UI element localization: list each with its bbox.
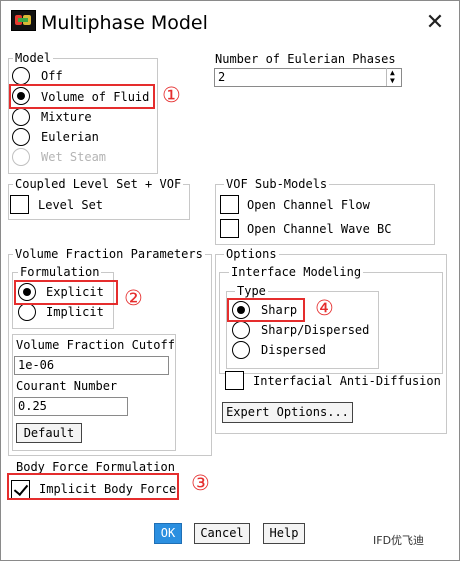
annotation-2: ②: [124, 286, 143, 310]
eulerian-phases-input[interactable]: 2: [214, 68, 402, 87]
model-off-label: Off: [41, 69, 63, 83]
anti-diffusion-label: Interfacial Anti-Diffusion: [253, 374, 441, 388]
vof-submodels-label: VOF Sub-Models: [224, 177, 330, 191]
sharp-dispersed-label: Sharp/Dispersed: [261, 323, 370, 337]
highlight-box-4: [227, 298, 305, 322]
level-set-label: Level Set: [38, 198, 104, 212]
cutoff-label: Volume Fraction Cutoff: [16, 338, 175, 352]
expert-options-button[interactable]: Expert Options...: [222, 402, 353, 423]
app-logo-icon: [11, 10, 36, 31]
interface-modeling-label: Interface Modeling: [229, 265, 364, 279]
model-mixture-radio[interactable]: [12, 108, 30, 126]
phases-spinner[interactable]: ▲ ▼: [386, 68, 401, 86]
vfp-label: Volume Fraction Parameters: [13, 247, 205, 261]
coupled-label: Coupled Level Set + VOF: [13, 177, 184, 191]
formulation-label: Formulation: [18, 265, 102, 279]
multiphase-model-dialog: Multiphase Model ✕ Model Off Volume of F…: [0, 0, 460, 561]
wave-bc-checkbox[interactable]: [220, 219, 239, 238]
courant-label: Courant Number: [16, 379, 118, 393]
courant-input[interactable]: 0.25: [14, 397, 128, 416]
implicit-label: Implicit: [46, 305, 104, 319]
type-label: Type: [235, 284, 268, 298]
open-channel-checkbox[interactable]: [220, 195, 239, 214]
annotation-4: ④: [315, 296, 334, 320]
anti-diffusion-checkbox[interactable]: [225, 371, 244, 390]
model-eulerian-radio[interactable]: [12, 128, 30, 146]
annotation-3: ③: [191, 471, 210, 495]
highlight-box-1: [9, 84, 155, 109]
model-off-radio[interactable]: [12, 67, 30, 85]
open-channel-label: Open Channel Flow: [247, 198, 370, 212]
default-button[interactable]: Default: [16, 423, 82, 443]
highlight-box-3: [7, 473, 179, 500]
wave-bc-label: Open Channel Wave BC: [247, 222, 392, 236]
watermark: IFD优飞迪: [373, 534, 425, 547]
model-wet-steam-label: Wet Steam: [41, 150, 107, 164]
close-icon[interactable]: ✕: [421, 9, 449, 37]
dispersed-label: Dispersed: [261, 343, 327, 357]
model-wet-steam-radio: [12, 148, 30, 166]
options-label: Options: [224, 247, 279, 261]
sharp-dispersed-radio[interactable]: [232, 321, 250, 339]
model-label: Model: [13, 51, 54, 65]
implicit-radio[interactable]: [18, 303, 36, 321]
eulerian-phases-label: Number of Eulerian Phases: [215, 52, 396, 66]
spin-down-icon[interactable]: ▼: [390, 77, 395, 85]
model-eulerian-label: Eulerian: [41, 130, 99, 144]
dispersed-radio[interactable]: [232, 341, 250, 359]
highlight-box-2: [14, 280, 118, 305]
body-force-label: Body Force Formulation: [16, 460, 175, 474]
ok-button[interactable]: OK: [154, 523, 182, 544]
annotation-1: ①: [162, 83, 181, 107]
help-button[interactable]: Help: [263, 523, 305, 544]
model-mixture-label: Mixture: [41, 110, 92, 124]
level-set-checkbox[interactable]: [10, 195, 29, 214]
cancel-button[interactable]: Cancel: [194, 523, 250, 544]
cutoff-input[interactable]: 1e-06: [14, 356, 169, 375]
dialog-title: Multiphase Model: [41, 12, 208, 34]
